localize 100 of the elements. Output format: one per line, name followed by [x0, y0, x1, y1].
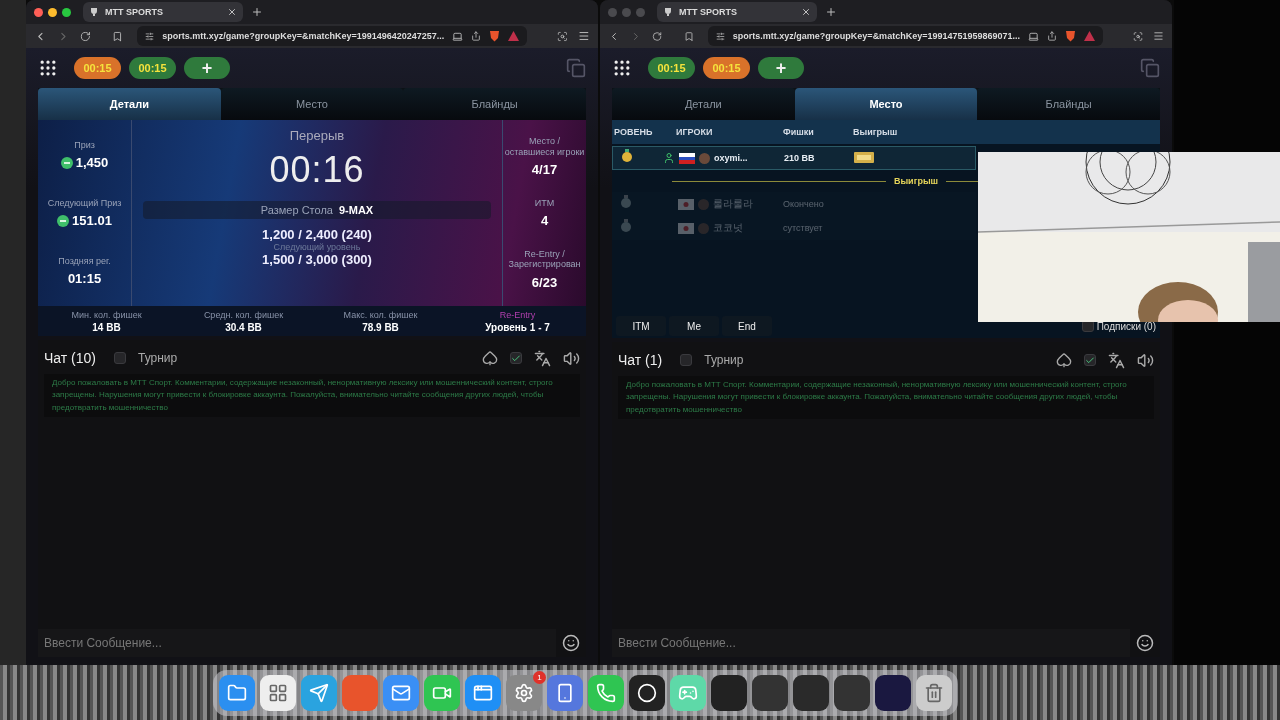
tab[interactable]: Блайнды — [403, 88, 586, 120]
new-tab-icon[interactable] — [825, 6, 837, 18]
menu-icon[interactable] — [578, 30, 590, 42]
window-thumbnail[interactable] — [875, 674, 911, 711]
app-store-icon[interactable] — [465, 674, 501, 711]
tournament-checkbox[interactable] — [114, 352, 126, 364]
chip-stat-value: 78.9 BB — [362, 321, 399, 333]
browser-tab[interactable]: MTT SPORTS — [83, 2, 243, 22]
player-name: oxymi... — [714, 153, 748, 163]
stat-label: Следующий Приз — [47, 197, 122, 209]
apps-grid-icon[interactable] — [612, 58, 632, 78]
stat-value: 4 — [540, 213, 549, 229]
tournament-checkbox[interactable] — [680, 354, 693, 366]
bookmark-icon[interactable] — [112, 30, 124, 42]
prize-divider-label: Выигрыш — [893, 176, 939, 186]
triangle-icon[interactable] — [1084, 31, 1095, 41]
window-controls[interactable] — [34, 7, 71, 17]
emoji-icon[interactable] — [562, 634, 580, 652]
break-timer: 00:16 — [269, 149, 365, 191]
tournament-label: Турнир — [138, 351, 178, 365]
browser-tab[interactable]: MTT SPORTS — [657, 2, 817, 22]
window-thumbnail[interactable] — [834, 674, 870, 711]
cards-icon[interactable] — [1056, 352, 1072, 368]
screenshot-icon[interactable] — [557, 30, 569, 42]
coin-icon — [57, 214, 70, 227]
translate-icon[interactable] — [1108, 351, 1125, 369]
chip-stat-value: 30.4 BB — [225, 321, 262, 333]
window-thumbnail[interactable] — [752, 674, 788, 711]
tab[interactable]: Детали — [38, 88, 221, 120]
flag-icon — [679, 152, 695, 164]
phone-mirror-icon[interactable] — [547, 674, 583, 711]
launchpad-icon[interactable] — [260, 674, 296, 711]
message-field[interactable]: Ввести Сообщение... — [612, 629, 1130, 657]
message-field[interactable]: Ввести Сообщение... — [38, 629, 556, 657]
emoji-icon[interactable] — [1136, 634, 1154, 652]
tab-title: MTT SPORTS — [105, 7, 163, 17]
stat-value: 6/23 — [531, 274, 558, 290]
laptop-icon[interactable] — [1028, 30, 1039, 42]
filter-toggle[interactable] — [1084, 354, 1096, 366]
reload-icon[interactable] — [651, 30, 662, 42]
ticket-icon — [854, 152, 874, 163]
share-icon[interactable] — [1047, 31, 1057, 41]
address-bar[interactable]: sports.mtt.xyz/game?groupKey=&matchKey=1991496420247257... — [137, 26, 528, 46]
cards-icon[interactable] — [482, 350, 498, 366]
filter-button[interactable]: Me — [669, 316, 719, 336]
triangle-icon[interactable] — [508, 31, 520, 41]
phone-icon[interactable] — [588, 674, 624, 711]
player-name: 룰라룰라 — [713, 197, 753, 211]
close-icon[interactable] — [227, 7, 237, 17]
chip-stat-label: Мин. кол. фишек — [71, 309, 142, 320]
apps-grid-icon[interactable] — [38, 58, 58, 78]
facetime-icon[interactable] — [424, 674, 460, 711]
tab[interactable]: Блайнды — [977, 88, 1160, 120]
filter-button[interactable]: End — [722, 316, 772, 336]
tab[interactable]: Детали — [612, 88, 795, 120]
new-tab-icon[interactable] — [251, 6, 263, 18]
finder-icon[interactable] — [219, 674, 255, 711]
stat-value: 1,450 — [75, 155, 109, 171]
screenshot-icon[interactable] — [1133, 30, 1144, 42]
chip-stat-label: Макс. кол. фишек — [343, 309, 418, 320]
site-settings-icon[interactable] — [145, 31, 155, 41]
trash-icon[interactable] — [916, 674, 952, 711]
menu-icon[interactable] — [1153, 30, 1164, 42]
volume-icon[interactable] — [1137, 351, 1154, 369]
table-size-label: Размер Стола — [260, 203, 333, 217]
add-button[interactable]: + — [758, 57, 804, 79]
translate-icon[interactable] — [534, 349, 551, 367]
medal-icon — [620, 219, 632, 233]
window-thumbnail[interactable] — [711, 674, 747, 711]
next-blinds-value: 1,500 / 3,000 (300) — [262, 252, 372, 267]
subscriptions-label: Подписки (0) — [1096, 320, 1156, 332]
timer-badge[interactable]: 00:15 — [129, 57, 176, 79]
streaming-app-icon[interactable] — [670, 674, 706, 711]
close-icon[interactable] — [801, 7, 811, 17]
mail-icon[interactable] — [383, 674, 419, 711]
bookmark-icon[interactable] — [683, 30, 694, 42]
timer-badge[interactable]: 00:15 — [648, 57, 695, 79]
laptop-icon[interactable] — [452, 30, 464, 42]
volume-icon[interactable] — [563, 349, 580, 367]
add-button[interactable]: + — [184, 57, 230, 79]
telegram-icon[interactable] — [301, 674, 337, 711]
reload-icon[interactable] — [79, 30, 91, 42]
avatar-icon — [698, 198, 709, 210]
player-row[interactable]: oxymi... 210 BB — [612, 146, 976, 170]
share-icon[interactable] — [471, 31, 482, 41]
address-bar[interactable]: sports.mtt.xyz/game?groupKey=&matchKey=19914751959869071... — [707, 26, 1103, 46]
break-title: Перерыв — [289, 128, 345, 143]
filter-button[interactable]: ITM — [616, 316, 666, 336]
column-header: Выигрыш — [853, 127, 899, 137]
chat-title: Чат (1) — [618, 352, 663, 368]
site-settings-icon[interactable] — [715, 31, 725, 41]
window-thumbnail[interactable] — [793, 674, 829, 711]
filter-toggle[interactable] — [510, 352, 522, 364]
tab[interactable]: Место — [794, 88, 978, 120]
chat-notice: Добро пожаловать в МТТ Спорт. Комментарии, содержащие незаконный, ненормативную лексику или мошеннический контент, строго запрещены. Нарушения могут привести к блокировке аккаунта. Пожалуйста, внимательно читайте сообщения других людей, чтобы предотвратить мошенничество — [618, 376, 1154, 420]
tab[interactable]: Место — [220, 88, 404, 120]
chip-stat-label: Средн. кол. фишек — [203, 309, 284, 320]
chat-notice: Добро пожаловать в МТТ Спорт. Комментарии, содержащие незаконный, ненормативную лексику или мошеннический контент, строго запрещены. Нарушения могут привести к блокировке аккаунта. Пожалуйста, внимательно читайте сообщения других людей, чтобы предотвратить мошенничество — [44, 374, 580, 418]
stat-value: 4/17 — [531, 162, 558, 178]
stat-label: Место / оставшиеся игроки — [503, 136, 586, 158]
